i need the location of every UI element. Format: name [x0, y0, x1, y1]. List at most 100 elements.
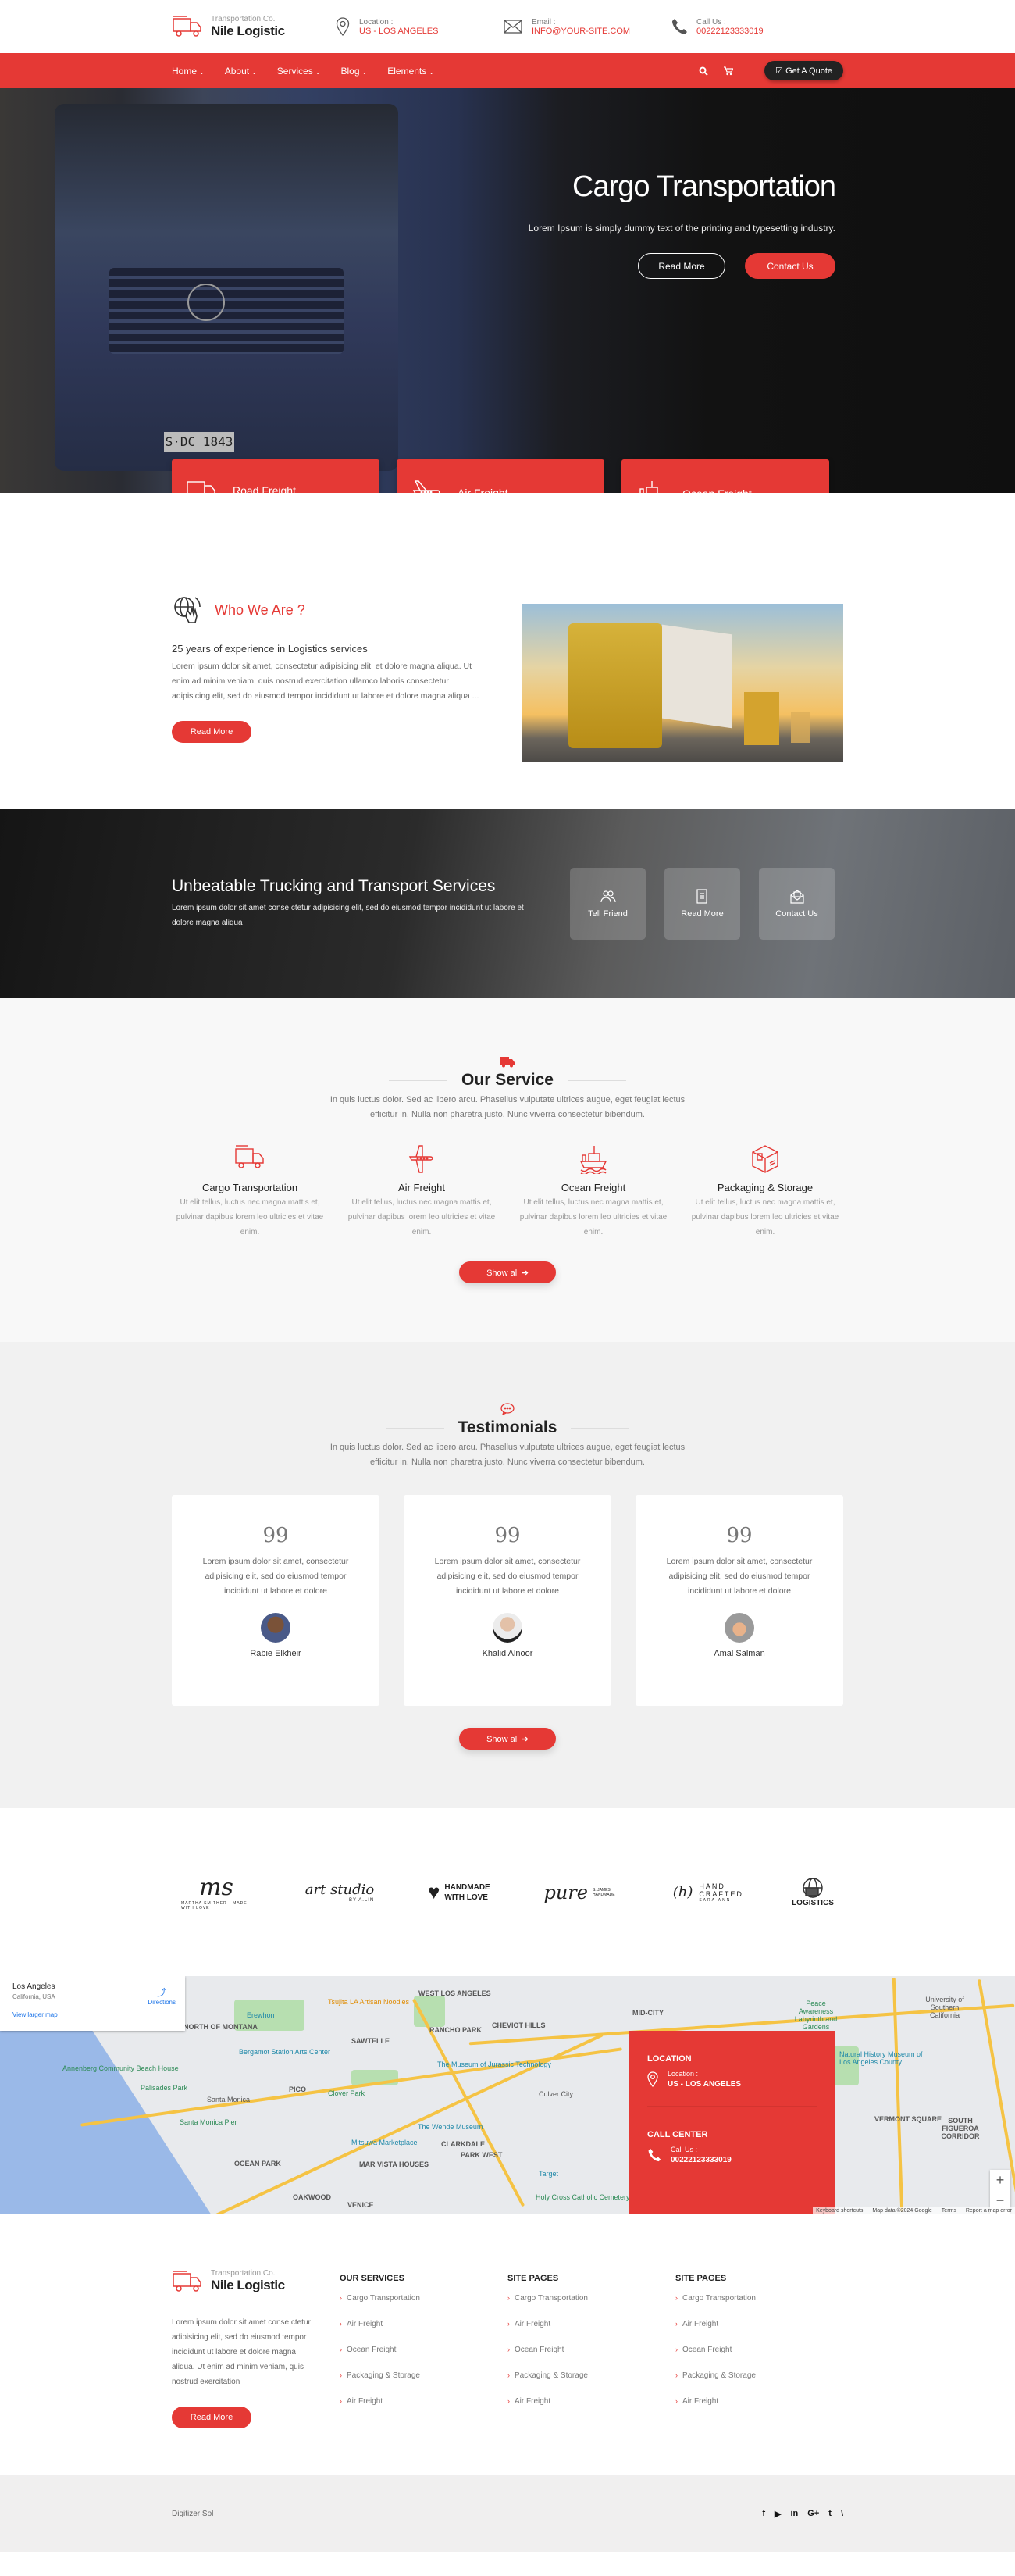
- footer-link[interactable]: › Air Freight: [340, 2320, 508, 2346]
- footer-link[interactable]: › Cargo Transportation: [675, 2294, 843, 2320]
- facebook-icon[interactable]: f: [762, 2509, 765, 2519]
- chevron-down-icon: ⌄: [251, 68, 257, 76]
- client-logo[interactable]: pure S. JAMES HANDMADE: [543, 1869, 619, 1916]
- testimonials-desc: In quis luctus dolor. Sed ac libero arcu…: [329, 1443, 686, 1467]
- footer-link[interactable]: › Cargo Transportation: [340, 2294, 508, 2320]
- service-title: Our Service: [461, 1071, 554, 1089]
- service-item[interactable]: Ocean Freight Ut elit tellus, luctus nec…: [515, 1144, 671, 1240]
- banner-title: Unbeatable Trucking and Transport Servic…: [172, 877, 496, 895]
- users-icon: [600, 889, 616, 904]
- directions-button[interactable]: ⤴ Directions: [148, 1986, 176, 2006]
- footer-link[interactable]: › Ocean Freight: [340, 2346, 508, 2371]
- call-value[interactable]: 00222123333019: [696, 27, 764, 36]
- divider: [567, 1079, 626, 1081]
- service-item-title: Cargo Transportation: [201, 1182, 298, 1193]
- avatar: [725, 1613, 754, 1643]
- copyright-text: Digitizer Sol: [172, 2509, 214, 2518]
- footer-brand[interactable]: Transportation Co. Nile Logistic: [172, 2269, 336, 2293]
- testimonial-name: Amal Salman: [714, 1649, 765, 1658]
- footer-link[interactable]: › Air Freight: [508, 2320, 675, 2346]
- footer-read-more-button[interactable]: Read More: [172, 2407, 251, 2428]
- arrow-right-icon: ➔: [521, 1734, 529, 1744]
- service-item[interactable]: Air Freight Ut elit tellus, luctus nec m…: [344, 1144, 500, 1240]
- logo-text: ms: [199, 1874, 233, 1901]
- footer-link[interactable]: › Packaging & Storage: [340, 2371, 508, 2397]
- testimonial-card: 99 Lorem ipsum dolor sit amet, consectet…: [172, 1495, 379, 1706]
- hero-contact-button[interactable]: Contact Us: [745, 253, 835, 279]
- nav-item-home[interactable]: Home ⌄: [172, 66, 205, 77]
- footer-link[interactable]: › Air Freight: [508, 2397, 675, 2423]
- zoom-in-button[interactable]: +: [990, 2170, 1010, 2190]
- avatar: [261, 1613, 290, 1643]
- nav-item-services[interactable]: Services ⌄: [277, 66, 321, 77]
- nav-menu: Home ⌄ About ⌄ Services ⌄ Blog ⌄ Elements ⌄: [172, 66, 699, 77]
- google-map[interactable]: PACIFIC NORTH OF MONTANA Erewhon Bergamo…: [0, 1976, 1015, 2214]
- logo-text: HANDMADE: [444, 1882, 490, 1892]
- search-icon[interactable]: [699, 66, 708, 76]
- hero-read-more-button[interactable]: Read More: [638, 253, 725, 279]
- email-value[interactable]: INFO@YOUR-SITE.COM: [532, 27, 630, 36]
- ship-icon: [579, 1144, 607, 1174]
- cart-icon[interactable]: [724, 66, 734, 76]
- client-logo[interactable]: ms MARTHA SMITHER · MADE WITH LOVE: [181, 1857, 251, 1928]
- tell-friend-box[interactable]: Tell Friend: [570, 868, 646, 940]
- footer-link[interactable]: › Ocean Freight: [675, 2346, 843, 2371]
- services-show-all-button[interactable]: Show all ➔: [459, 1261, 556, 1283]
- report-error-link[interactable]: Report a map error: [966, 2208, 1012, 2214]
- service-item[interactable]: Packaging & Storage Ut elit tellus, luct…: [687, 1144, 843, 1240]
- contact-us-box[interactable]: Contact Us: [759, 868, 835, 940]
- get-quote-button[interactable]: ☑ Get A Quote: [764, 61, 843, 80]
- brand-logo[interactable]: Transportation Co. Nile Logistic: [172, 15, 336, 39]
- footer-link[interactable]: › Packaging & Storage: [508, 2371, 675, 2397]
- footer-link[interactable]: › Ocean Freight: [508, 2346, 675, 2371]
- keyboard-shortcuts-link[interactable]: Keyboard shortcuts: [816, 2208, 863, 2214]
- footer-link[interactable]: › Air Freight: [675, 2397, 843, 2423]
- testimonials-section: Testimonials In quis luctus dolor. Sed a…: [0, 1342, 1015, 1808]
- client-logo[interactable]: LOGISTICS: [792, 1869, 834, 1916]
- call-value[interactable]: 00222123333019: [671, 2156, 732, 2164]
- client-logo[interactable]: ♥ HANDMADE WITH LOVE: [428, 1869, 490, 1916]
- linkedin-icon[interactable]: in: [791, 2509, 799, 2519]
- quote-icon: ☑: [775, 66, 786, 76]
- call-label: Call Us :: [696, 17, 726, 27]
- footer-link[interactable]: › Air Freight: [675, 2320, 843, 2346]
- google-plus-icon[interactable]: G+: [807, 2509, 819, 2519]
- social-links: f ▶ in G+ t \: [762, 2509, 843, 2519]
- map-label: Bergamot Station Arts Center: [239, 2048, 331, 2056]
- top-header: Transportation Co. Nile Logistic Locatio…: [0, 0, 1015, 53]
- nav-item-label: Blog: [340, 65, 360, 77]
- footer-about-text: Lorem ipsum dolor sit amet conse ctetur …: [172, 2318, 311, 2386]
- map-label: Annenberg Community Beach House: [62, 2064, 179, 2072]
- view-larger-map-link[interactable]: View larger map: [12, 2011, 173, 2018]
- header-email: Email : INFO@YOUR-SITE.COM: [504, 18, 671, 36]
- service-item[interactable]: Cargo Transportation Ut elit tellus, luc…: [172, 1144, 328, 1240]
- nav-item-about[interactable]: About ⌄: [225, 66, 257, 77]
- footer-link[interactable]: › Packaging & Storage: [675, 2371, 843, 2397]
- nav-item-blog[interactable]: Blog ⌄: [341, 66, 368, 77]
- rss-icon[interactable]: \: [841, 2509, 843, 2519]
- service-item-title: Air Freight: [398, 1182, 445, 1193]
- who-read-more-button[interactable]: Read More: [172, 721, 251, 743]
- divider: [389, 1079, 448, 1081]
- map-label: Santa Monica: [207, 2096, 251, 2103]
- footer-column-services: OUR SERVICES › Cargo Transportation › Air …: [340, 2269, 508, 2428]
- map-place-card: Los Angeles California, USA View larger …: [0, 1976, 185, 2031]
- phone-icon: [647, 2148, 661, 2162]
- client-logo[interactable]: art studio BY A.LIN: [305, 1869, 374, 1916]
- service-desc: In quis luctus dolor. Sed ac libero arcu…: [329, 1095, 686, 1119]
- testimonials-show-all-button[interactable]: Show all ➔: [459, 1728, 556, 1750]
- get-quote-label: Get A Quote: [785, 66, 832, 76]
- terms-link[interactable]: Terms: [942, 2208, 956, 2214]
- footer-link[interactable]: › Air Freight: [340, 2397, 508, 2423]
- map-label: Peace Awareness Labyrinth and Gardens: [794, 2000, 838, 2031]
- divider: [571, 1427, 630, 1429]
- globe-truck-icon: [800, 1877, 826, 1899]
- map-label: The Wende Museum: [418, 2123, 483, 2131]
- read-more-box[interactable]: Read More: [664, 868, 740, 940]
- nav-item-elements[interactable]: Elements ⌄: [387, 66, 434, 77]
- youtube-icon[interactable]: ▶: [775, 2509, 781, 2519]
- client-logo[interactable]: (h) HAND CRAFTED SARA ANN: [673, 1869, 742, 1916]
- footer-link[interactable]: › Cargo Transportation: [508, 2294, 675, 2320]
- service-item-title: Ocean Freight: [561, 1182, 626, 1193]
- twitter-icon[interactable]: t: [828, 2509, 832, 2519]
